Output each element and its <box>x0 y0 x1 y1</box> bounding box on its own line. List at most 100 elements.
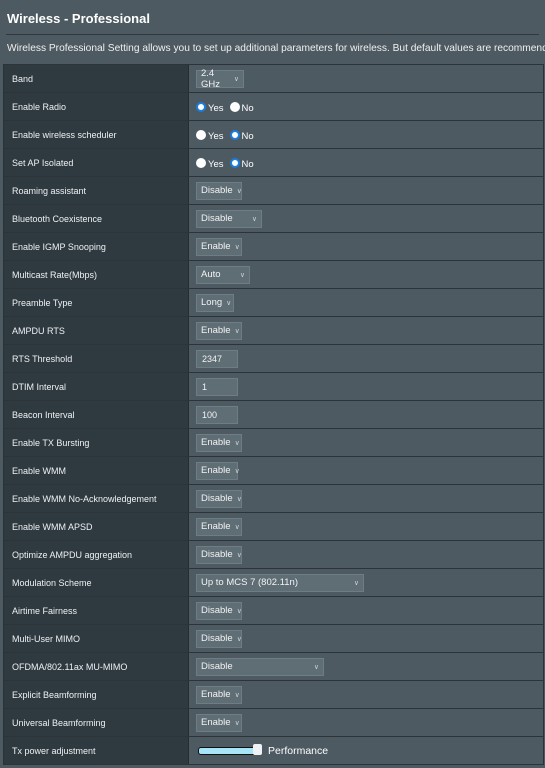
radio-yes-label[interactable]: Yes <box>208 159 224 170</box>
setting-label: Enable TX Bursting <box>4 429 189 456</box>
chevron-down-icon: ∨ <box>234 523 240 531</box>
roaming-assistant-select[interactable]: Disable ∨ <box>196 181 242 200</box>
setting-row-set-ap-isolated: Set AP Isolated Yes No <box>4 149 543 177</box>
setting-row-tx-power-adjustment: Tx power adjustment Performance <box>4 737 543 765</box>
setting-label: Enable IGMP Snooping <box>4 233 189 260</box>
band-select[interactable]: 2.4 GHz ∨ <box>196 67 244 90</box>
select-value: Disable <box>201 661 233 672</box>
setting-row-enable-wireless-scheduler: Enable wireless scheduler Yes No <box>4 121 543 149</box>
select-value: Auto <box>201 269 221 280</box>
setting-row-universal-beamforming: Universal Beamforming Enable ∨ <box>4 709 543 737</box>
setting-value-cell: Up to MCS 7 (802.11n) ∨ <box>189 569 543 596</box>
chevron-down-icon: ∨ <box>226 299 232 307</box>
select-value: Enable <box>201 689 231 700</box>
setting-value-cell: Long ∨ <box>189 289 543 316</box>
setting-row-enable-wmm-no-acknowledgement: Enable WMM No-Acknowledgement Disable ∨ <box>4 485 543 513</box>
setting-value-cell: Auto ∨ <box>189 261 543 288</box>
chevron-down-icon: ∨ <box>236 187 242 195</box>
radio-yes[interactable] <box>196 101 206 112</box>
enable-wmm-select[interactable]: Enable ∨ <box>196 461 240 480</box>
enable-igmp-snooping-select[interactable]: Enable ∨ <box>196 237 242 256</box>
preamble-type-select[interactable]: Long ∨ <box>196 293 234 312</box>
radio-yes-label[interactable]: Yes <box>208 131 224 142</box>
radio-no[interactable] <box>229 101 240 112</box>
radio-no[interactable] <box>229 157 240 168</box>
setting-value-cell: Yes No <box>189 121 543 148</box>
setting-value-cell: Disable ∨ <box>189 653 543 680</box>
dtim-interval-input[interactable]: 1 <box>196 377 238 396</box>
radio-yes[interactable] <box>196 157 206 168</box>
setting-label: Bluetooth Coexistence <box>4 205 189 232</box>
select-value: Long <box>201 297 223 308</box>
setting-row-bluetooth-coexistence: Bluetooth Coexistence Disable ∨ <box>4 205 543 233</box>
select-value: Enable <box>201 521 231 532</box>
chevron-down-icon: ∨ <box>239 271 245 279</box>
enable-wmm-no-acknowledgement-select[interactable]: Disable ∨ <box>196 489 242 508</box>
radio-no-label[interactable]: No <box>242 103 254 114</box>
select-value: Disable <box>201 633 233 644</box>
explicit-beamforming-select[interactable]: Enable ∨ <box>196 685 242 704</box>
modulation-scheme-select[interactable]: Up to MCS 7 (802.11n) ∨ <box>196 573 364 592</box>
setting-label: DTIM Interval <box>4 373 189 400</box>
multicast-rate-mbps-select[interactable]: Auto ∨ <box>196 265 250 284</box>
enable-tx-bursting-select[interactable]: Enable ∨ <box>196 433 242 452</box>
setting-label: Multi-User MIMO <box>4 625 189 652</box>
airtime-fairness-select[interactable]: Disable ∨ <box>196 601 242 620</box>
setting-label: Tx power adjustment <box>4 737 189 764</box>
chevron-down-icon: ∨ <box>234 467 240 475</box>
setting-row-dtim-interval: DTIM Interval 1 <box>4 373 543 401</box>
setting-row-modulation-scheme: Modulation Scheme Up to MCS 7 (802.11n) ∨ <box>4 569 543 597</box>
chevron-down-icon: ∨ <box>313 663 319 671</box>
chevron-down-icon: ∨ <box>233 75 239 83</box>
select-value: 2.4 GHz <box>201 67 220 90</box>
chevron-down-icon: ∨ <box>236 551 242 559</box>
optimize-ampdu-aggregation-select[interactable]: Disable ∨ <box>196 545 242 564</box>
setting-value-cell: Disable ∨ <box>189 485 543 512</box>
radio-no-label[interactable]: No <box>242 159 254 170</box>
multi-user-mimo-select[interactable]: Disable ∨ <box>196 629 242 648</box>
select-value: Disable <box>201 493 233 504</box>
bluetooth-coexistence-select[interactable]: Disable ∨ <box>196 209 262 228</box>
chevron-down-icon: ∨ <box>234 439 240 447</box>
select-value: Enable <box>201 717 231 728</box>
setting-row-beacon-interval: Beacon Interval 100 <box>4 401 543 429</box>
radio-no-label[interactable]: No <box>242 131 254 142</box>
beacon-interval-input[interactable]: 100 <box>196 405 238 424</box>
setting-value-cell: Enable ∨ <box>189 457 543 484</box>
setting-label: Enable wireless scheduler <box>4 121 189 148</box>
setting-row-enable-tx-bursting: Enable TX Bursting Enable ∨ <box>4 429 543 457</box>
ampdu-rts-select[interactable]: Enable ∨ <box>196 321 242 340</box>
enable-radio-radio-group: Yes No <box>196 100 260 114</box>
chevron-down-icon: ∨ <box>234 327 240 335</box>
setting-value-cell: Disable ∨ <box>189 177 543 204</box>
radio-yes-label[interactable]: Yes <box>208 103 224 114</box>
chevron-down-icon: ∨ <box>353 579 359 587</box>
select-value: Enable <box>201 325 231 336</box>
setting-label: Optimize AMPDU aggregation <box>4 541 189 568</box>
setting-label: Enable WMM APSD <box>4 513 189 540</box>
rts-threshold-input[interactable]: 2347 <box>196 349 238 368</box>
setting-row-ampdu-rts: AMPDU RTS Enable ∨ <box>4 317 543 345</box>
radio-yes[interactable] <box>196 129 206 140</box>
select-value: Disable <box>201 213 233 224</box>
tx-power-slider[interactable] <box>198 743 262 755</box>
select-value: Disable <box>201 185 233 196</box>
setting-label: AMPDU RTS <box>4 317 189 344</box>
radio-no[interactable] <box>229 129 240 140</box>
setting-value-cell: 2.4 GHz ∨ <box>189 65 543 92</box>
setting-value-cell: Performance <box>189 737 543 764</box>
setting-label: RTS Threshold <box>4 345 189 372</box>
title-divider <box>6 34 539 35</box>
setting-label: Preamble Type <box>4 289 189 316</box>
ofdma-802-11ax-mu-mimo-select[interactable]: Disable ∨ <box>196 657 324 676</box>
setting-value-cell: Disable ∨ <box>189 541 543 568</box>
setting-label: Band <box>4 65 189 92</box>
setting-value-cell: Enable ∨ <box>189 513 543 540</box>
chevron-down-icon: ∨ <box>236 635 242 643</box>
slider-thumb[interactable] <box>253 743 262 755</box>
chevron-down-icon: ∨ <box>234 691 240 699</box>
enable-wmm-apsd-select[interactable]: Enable ∨ <box>196 517 242 536</box>
universal-beamforming-select[interactable]: Enable ∨ <box>196 713 242 732</box>
page-description: Wireless Professional Setting allows you… <box>7 43 545 54</box>
setting-value-cell: 1 <box>189 373 543 400</box>
